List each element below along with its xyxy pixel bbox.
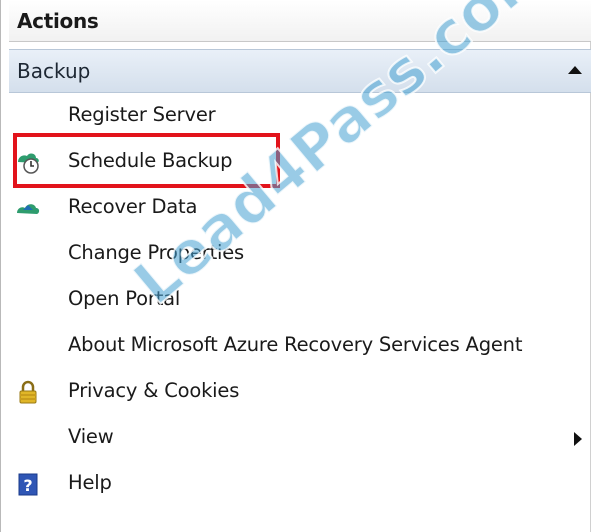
menu-item-view[interactable]: View — [9, 415, 591, 461]
collapse-arrow-icon[interactable] — [568, 66, 582, 74]
submenu-arrow-icon — [574, 432, 582, 446]
menu-item-label: Open Portal — [68, 287, 181, 310]
menu-item-label: Recover Data — [68, 195, 198, 218]
menu-item-privacy-cookies[interactable]: Privacy & Cookies — [9, 369, 591, 415]
actions-title: Actions — [17, 9, 99, 33]
lock-icon — [15, 379, 41, 405]
menu-item-label: Change Properties — [68, 241, 245, 264]
menu-item-label: View — [68, 425, 114, 448]
backup-section-label: Backup — [17, 59, 91, 83]
actions-header: Actions — [9, 0, 591, 42]
menu-item-recover-data[interactable]: Recover Data — [9, 185, 591, 231]
menu-item-label: Register Server — [68, 103, 216, 126]
menu-item-label: Privacy & Cookies — [68, 379, 240, 402]
menu-item-label: About Microsoft Azure Recovery Services … — [68, 333, 523, 356]
menu-item-change-properties[interactable]: Change Properties — [9, 231, 591, 277]
menu-item-help[interactable]: ? Help — [9, 461, 591, 507]
menu-item-open-portal[interactable]: Open Portal — [9, 277, 591, 323]
menu-item-label: Help — [68, 471, 112, 494]
highlight-box — [13, 133, 280, 188]
recover-data-icon — [15, 195, 41, 221]
help-icon: ? — [15, 471, 41, 497]
menu-item-about[interactable]: About Microsoft Azure Recovery Services … — [9, 323, 591, 369]
svg-text:?: ? — [23, 476, 32, 495]
actions-pane: Actions Backup Register Server Schedule … — [0, 0, 591, 532]
backup-section-header[interactable]: Backup — [9, 49, 591, 93]
